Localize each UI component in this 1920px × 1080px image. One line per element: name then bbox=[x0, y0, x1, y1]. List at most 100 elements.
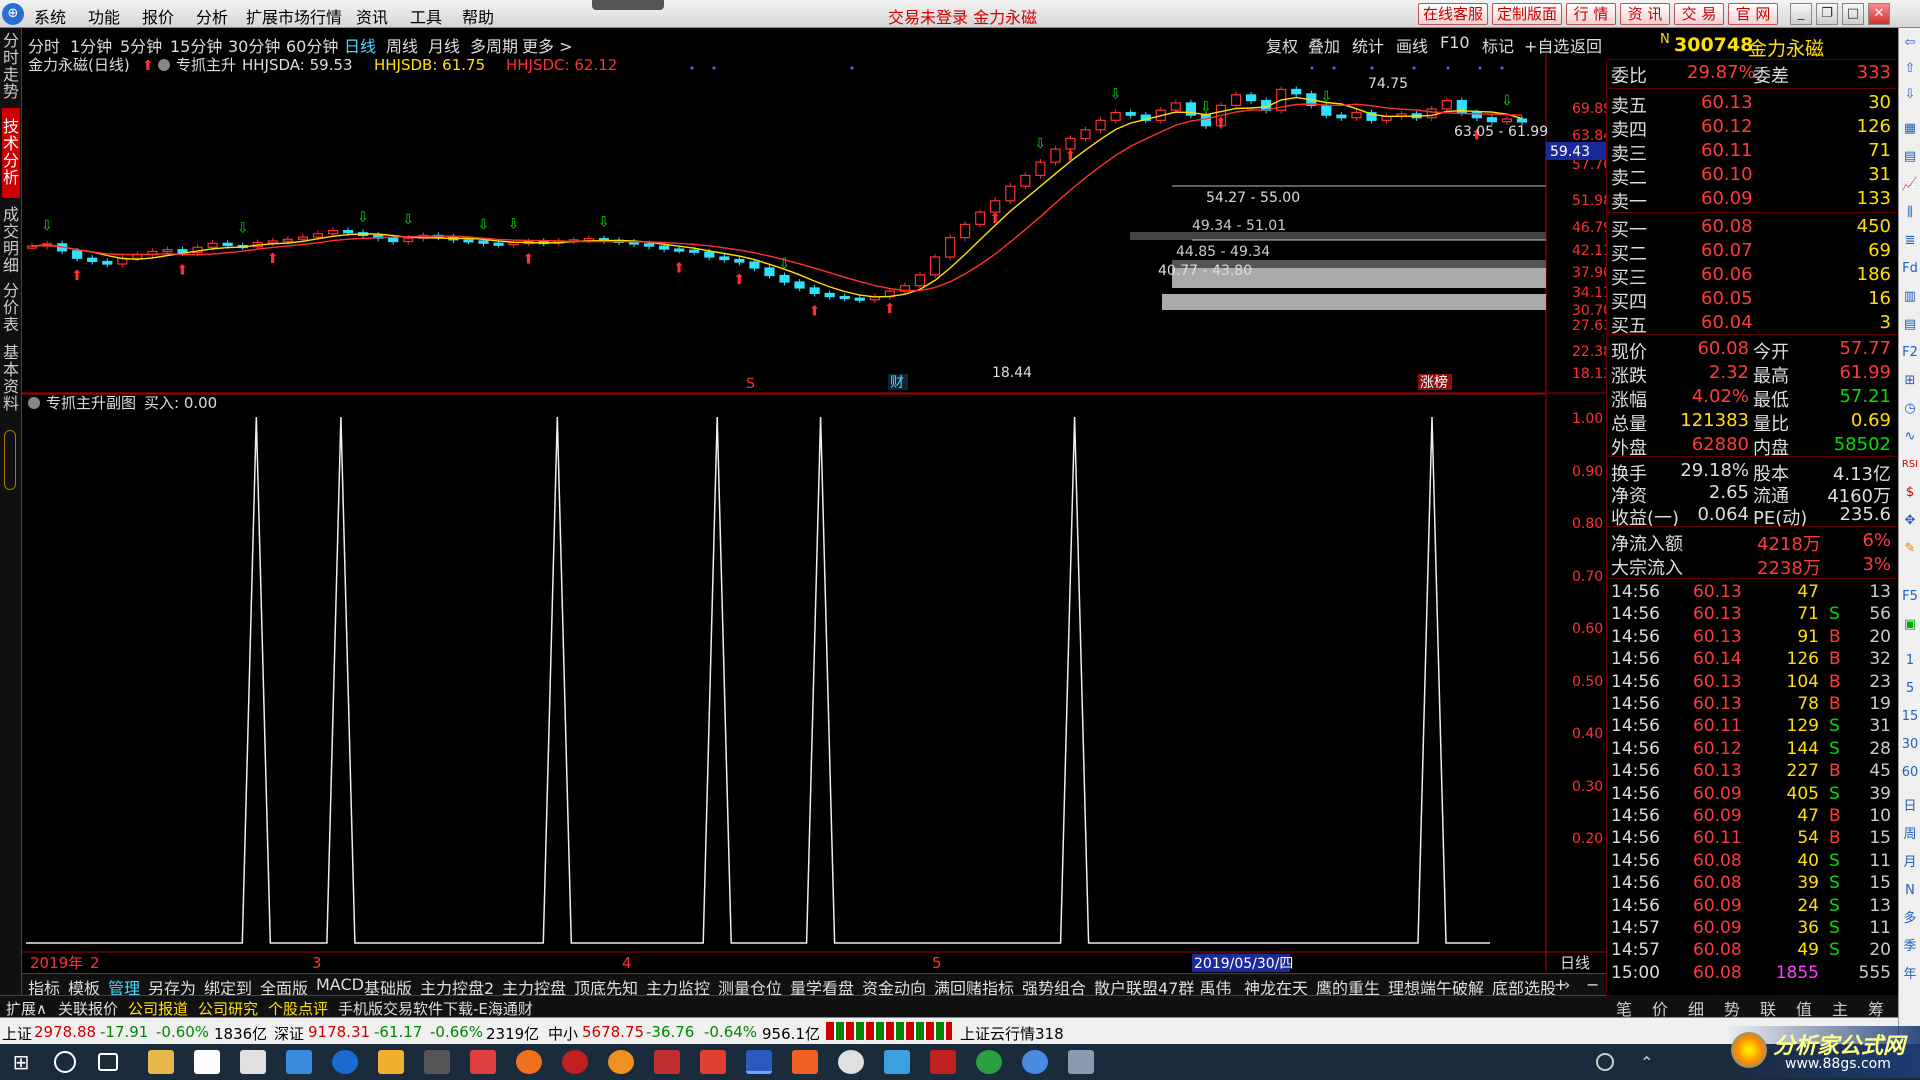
menu-function[interactable]: 功能 bbox=[88, 4, 120, 28]
zoom-slider[interactable] bbox=[4, 430, 16, 490]
official-site-button[interactable]: 官 网 bbox=[1728, 3, 1778, 25]
f5-icon[interactable]: F5 bbox=[1901, 588, 1919, 606]
grid-icon[interactable]: ▦ bbox=[1901, 120, 1919, 138]
search-icon[interactable] bbox=[54, 1051, 76, 1073]
company-report-link[interactable]: 公司报道 bbox=[128, 998, 188, 1019]
stock-comment-link[interactable]: 个股点评 bbox=[268, 998, 328, 1019]
app-icon[interactable] bbox=[470, 1050, 496, 1074]
wechat-icon[interactable] bbox=[976, 1050, 1002, 1074]
app-icon[interactable] bbox=[654, 1050, 680, 1074]
doc-icon[interactable]: ▤ bbox=[1901, 316, 1919, 334]
menu-quote[interactable]: 报价 bbox=[142, 4, 174, 28]
wave-icon[interactable]: ∿ bbox=[1901, 428, 1919, 446]
move-icon[interactable]: ✥ bbox=[1901, 512, 1919, 530]
add-indicator-icon[interactable]: + bbox=[1554, 975, 1567, 994]
screen-icon[interactable]: ▣ bbox=[1901, 616, 1919, 634]
day-icon[interactable]: 日 bbox=[1901, 798, 1919, 816]
multi-icon[interactable]: 多 bbox=[1901, 910, 1919, 928]
news-button[interactable]: 资 讯 bbox=[1620, 3, 1670, 25]
f10-button[interactable]: F10 bbox=[1440, 33, 1470, 52]
tick-row: 14:56 60.13 227 B 45 bbox=[1607, 761, 1897, 783]
week-icon[interactable]: 周 bbox=[1901, 826, 1919, 844]
arrow-down-icon[interactable]: ⇩ bbox=[1901, 86, 1919, 104]
year-icon[interactable]: 年 bbox=[1901, 966, 1919, 984]
chevron-up-icon[interactable]: ⌃ bbox=[1640, 1053, 1658, 1072]
period-1-icon[interactable]: 1 bbox=[1901, 652, 1919, 670]
remove-indicator-icon[interactable]: − bbox=[1586, 975, 1599, 994]
app-icon[interactable] bbox=[378, 1050, 404, 1074]
rsi-icon[interactable]: RSI bbox=[1901, 456, 1919, 474]
edge-icon[interactable] bbox=[332, 1050, 358, 1074]
n-icon[interactable]: N bbox=[1901, 882, 1919, 900]
app-icon[interactable] bbox=[930, 1050, 956, 1074]
app-icon[interactable] bbox=[838, 1050, 864, 1074]
windows-start-icon[interactable]: ⊞ bbox=[8, 1050, 34, 1074]
expand-button[interactable]: 扩展∧ bbox=[6, 998, 47, 1019]
kline-icon[interactable]: ⫼ bbox=[1901, 204, 1919, 222]
menu-help[interactable]: 帮助 bbox=[462, 4, 494, 28]
menu-ext-market[interactable]: 扩展市场行情 bbox=[246, 4, 342, 28]
trade-button[interactable]: 交 易 bbox=[1674, 3, 1724, 25]
store-icon[interactable] bbox=[194, 1050, 220, 1074]
app-icon[interactable] bbox=[286, 1050, 312, 1074]
mail-icon[interactable] bbox=[240, 1050, 266, 1074]
app-icon[interactable] bbox=[424, 1050, 450, 1074]
app-icon[interactable] bbox=[562, 1050, 588, 1074]
app-icon[interactable] bbox=[884, 1050, 910, 1074]
file-explorer-icon[interactable] bbox=[148, 1050, 174, 1074]
menu-news[interactable]: 资讯 bbox=[356, 4, 388, 28]
report-icon[interactable]: ▥ bbox=[1901, 288, 1919, 306]
tick-volume: 78 bbox=[1797, 694, 1819, 714]
people-icon[interactable] bbox=[1596, 1053, 1614, 1071]
custom-layout-button[interactable]: 定制版面 bbox=[1492, 3, 1562, 25]
toggle-indicator-icon[interactable] bbox=[158, 59, 170, 71]
pencil-icon[interactable]: ✎ bbox=[1901, 540, 1919, 558]
app-icon[interactable] bbox=[700, 1050, 726, 1074]
chart-area[interactable]: 金力永磁(日线) ⬆ 专抓主升 HHJSDA: 59.53 HHJSDB: 61… bbox=[22, 54, 1606, 972]
line-chart-icon[interactable]: 📈 bbox=[1901, 176, 1919, 194]
period-60-icon[interactable]: 60 bbox=[1901, 764, 1919, 782]
dollar-icon[interactable]: $ bbox=[1901, 484, 1919, 502]
app-icon[interactable] bbox=[1068, 1050, 1094, 1074]
period-5-icon[interactable]: 5 bbox=[1901, 680, 1919, 698]
month-icon[interactable]: 月 bbox=[1901, 854, 1919, 872]
fund-icon[interactable]: Fd bbox=[1901, 260, 1919, 278]
list-icon[interactable]: ≣ bbox=[1901, 232, 1919, 250]
season-icon[interactable]: 季 bbox=[1901, 938, 1919, 956]
menu-analysis[interactable]: 分析 bbox=[196, 4, 228, 28]
tab-trade-detail[interactable]: 成交明细 bbox=[2, 206, 20, 276]
task-view-icon[interactable] bbox=[98, 1053, 118, 1071]
period-15-icon[interactable]: 15 bbox=[1901, 708, 1919, 726]
clock-icon[interactable]: ◷ bbox=[1901, 400, 1919, 418]
close-icon[interactable]: ✕ bbox=[1868, 3, 1890, 25]
active-app-icon[interactable] bbox=[746, 1050, 772, 1074]
indicator-tab[interactable]: MACD bbox=[316, 975, 364, 994]
app-icon[interactable] bbox=[792, 1050, 818, 1074]
app-icon[interactable] bbox=[608, 1050, 634, 1074]
restore-icon[interactable]: ❐ bbox=[1816, 3, 1838, 25]
tab-intraday[interactable]: 分时走势 bbox=[2, 32, 20, 102]
maximize-icon[interactable]: □ bbox=[1842, 3, 1864, 25]
compare-icon[interactable]: ⊞ bbox=[1901, 372, 1919, 390]
stat-value: 60.08 bbox=[1697, 338, 1749, 359]
toggle-sub-indicator-icon[interactable] bbox=[28, 397, 40, 409]
menu-system[interactable]: 系统 bbox=[34, 4, 66, 28]
period-30-icon[interactable]: 30 bbox=[1901, 736, 1919, 754]
mobile-app-link[interactable]: 手机版交易软件下载-E海通财 bbox=[338, 998, 533, 1019]
tab-technical[interactable]: 技术分析 bbox=[2, 108, 20, 198]
minimize-icon[interactable]: _ bbox=[1790, 3, 1812, 25]
table-icon[interactable]: ▤ bbox=[1901, 148, 1919, 166]
drag-handle[interactable] bbox=[592, 0, 664, 10]
f2-icon[interactable]: F2 bbox=[1901, 344, 1919, 362]
market-button[interactable]: 行 情 bbox=[1566, 3, 1616, 25]
tab-price-table[interactable]: 分价表 bbox=[2, 282, 20, 338]
app-icon[interactable] bbox=[516, 1050, 542, 1074]
arrow-up-icon[interactable]: ⇧ bbox=[1901, 60, 1919, 78]
app-icon[interactable] bbox=[1022, 1050, 1048, 1074]
arrow-left-icon[interactable]: ⇦ bbox=[1901, 34, 1919, 52]
online-service-button[interactable]: 在线客服 bbox=[1418, 3, 1488, 25]
tab-basic-info[interactable]: 基本资料 bbox=[2, 344, 20, 414]
company-research-link[interactable]: 公司研究 bbox=[198, 998, 258, 1019]
menu-tools[interactable]: 工具 bbox=[410, 4, 442, 28]
related-quote-link[interactable]: 关联报价 bbox=[58, 998, 118, 1019]
